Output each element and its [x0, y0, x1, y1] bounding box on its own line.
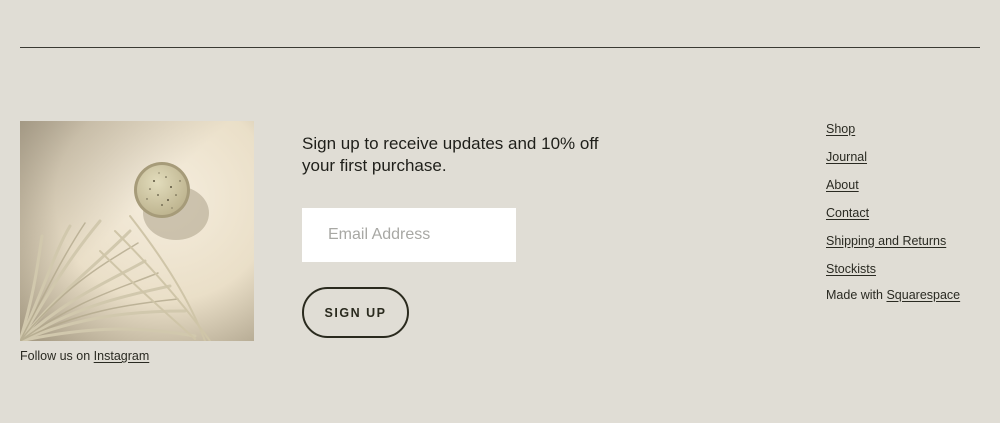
instagram-photo[interactable] [20, 121, 254, 341]
newsletter-headline: Sign up to receive updates and 10% off y… [302, 134, 599, 175]
instagram-link[interactable]: Instagram [94, 349, 150, 363]
contact-link[interactable]: Contact [826, 206, 869, 220]
footer-nav-item-contact: Contact [826, 205, 946, 233]
sign-up-button[interactable]: SIGN UP [302, 287, 409, 338]
squarespace-link[interactable]: Squarespace [886, 288, 960, 302]
footer-nav-item-stockists: Stockists [826, 261, 946, 289]
stockists-link[interactable]: Stockists [826, 262, 876, 276]
footer-nav: Shop Journal About Contact Shipping and … [826, 121, 946, 289]
shop-link[interactable]: Shop [826, 122, 855, 136]
footer-divider [20, 47, 980, 48]
email-input[interactable] [326, 225, 492, 245]
follow-us-text: Follow us on Instagram [20, 349, 149, 363]
footer-nav-item-shipping: Shipping and Returns [826, 233, 946, 261]
email-field-wrapper[interactable] [302, 208, 516, 262]
made-with-text: Made with Squarespace [826, 288, 960, 302]
journal-link[interactable]: Journal [826, 150, 867, 164]
shipping-returns-link[interactable]: Shipping and Returns [826, 234, 946, 248]
footer-nav-item-journal: Journal [826, 149, 946, 177]
product-photo-image [20, 121, 254, 341]
follow-prefix: Follow us on [20, 349, 91, 363]
footer-nav-item-shop: Shop [826, 121, 946, 149]
footer-nav-item-about: About [826, 177, 946, 205]
made-with-prefix: Made with [826, 288, 883, 302]
about-link[interactable]: About [826, 178, 859, 192]
